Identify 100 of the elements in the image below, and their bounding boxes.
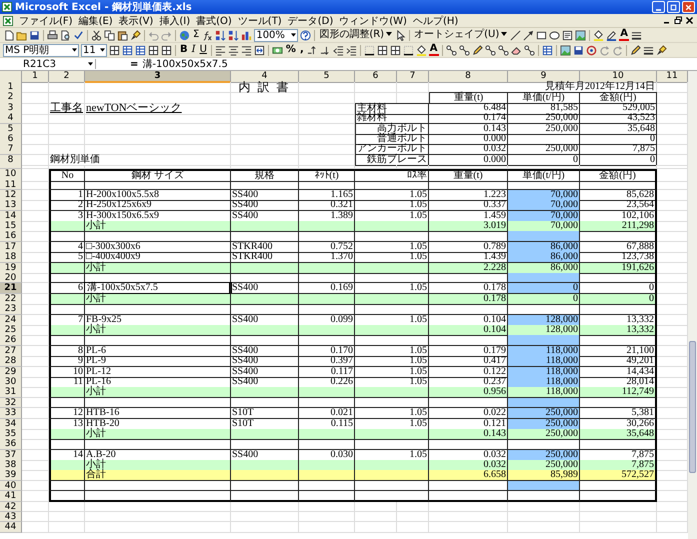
menu-item[interactable]: データ(D) [288,14,334,28]
column-header[interactable]: 6 [355,71,397,83]
equals-label: = [130,58,138,70]
table-cell: 70,000 [508,190,580,201]
row-header[interactable]: 8 [0,154,22,166]
row-header[interactable]: 24 [0,314,22,326]
table-cell: 0.000 [429,134,508,145]
font-color-button[interactable]: A [428,44,438,56]
table-cell: 0.752 [299,242,355,253]
column-header[interactable]: 3 [85,71,231,83]
row-header[interactable]: 14 [0,210,22,222]
column-header[interactable]: 7 [397,71,429,83]
underline-button[interactable]: U [198,44,208,56]
row-header[interactable]: 4 [0,113,22,124]
table-cell: 0.104 [429,324,508,336]
row-header[interactable]: 34 [0,418,22,430]
table-cell: 250,000 [508,124,580,135]
table-cell: 3.019 [429,221,508,232]
menu-item[interactable]: ヘルプ(H) [412,14,458,28]
menu-item[interactable]: 表示(V) [118,14,154,28]
table-cell: 128,000 [508,324,580,336]
table-cell: 0.032 [429,144,508,156]
row-header[interactable]: 41 [0,491,22,502]
table-cell: 191,626 [580,262,657,274]
comma-button[interactable]: , [298,44,305,56]
row-header[interactable]: 36 [0,439,22,450]
row-header[interactable]: 12 [0,190,22,201]
table-cell: 雑材料 [355,113,429,124]
row-header[interactable]: 31 [0,387,22,398]
row-header[interactable]: 37 [0,450,22,461]
row-header[interactable]: 32 [0,398,22,408]
row-header[interactable]: 30 [0,376,22,388]
row-header[interactable]: 20 [0,273,22,284]
table-cell: 250,000 [508,428,580,440]
zoom-field[interactable]: 100% [254,28,298,42]
row-header[interactable]: 43 [0,512,22,522]
row-header[interactable]: 5 [0,124,22,135]
row-header[interactable]: 2 [0,92,22,104]
table-cell: 67,888 [580,242,657,253]
row-header[interactable]: 35 [0,428,22,440]
table-cell: 0 [580,154,657,166]
font-color-button[interactable]: A [619,29,629,41]
menu-item[interactable]: 書式(O) [196,14,232,28]
table-cell: 13,332 [580,324,657,336]
column-header[interactable]: 5 [299,71,355,83]
table-cell: 1 [49,190,85,201]
menu-item[interactable]: 挿入(I) [159,14,190,28]
row-header[interactable]: 29 [0,366,22,378]
row-header[interactable]: 7 [0,144,22,156]
row-header[interactable]: 27 [0,346,22,357]
table-cell: 35,648 [580,124,657,135]
font-name-field[interactable]: MS P明朝 [3,44,79,56]
row-header[interactable]: 18 [0,252,22,264]
row-header[interactable]: 33 [0,408,22,420]
row-header[interactable]: 28 [0,356,22,368]
row-header[interactable]: 11 [0,180,22,190]
row-header[interactable]: 40 [0,480,22,492]
row-header[interactable]: 21 [0,283,22,294]
row-header[interactable]: 23 [0,304,22,315]
table-cell: PL-6 [85,346,231,357]
table-cell: 529,005 [580,102,657,115]
column-header[interactable]: 8 [429,71,508,83]
column-header[interactable]: 1 [22,71,49,83]
font-size-field[interactable]: 11 [81,44,107,56]
formula-field[interactable]: 溝-100x50x5x7.5 [142,57,694,71]
row-header[interactable]: 39 [0,470,22,482]
menu-item[interactable]: ウィンドウ(W) [339,14,407,28]
percent-button[interactable]: % [284,44,297,56]
table-cell: SS400 [231,190,299,201]
table-cell: 250,000 [508,113,580,124]
table-cell: 49,201 [580,356,657,368]
autosum-button[interactable]: Σ [192,29,200,41]
menu-item[interactable]: ツール(T) [238,14,282,28]
row-header[interactable]: 26 [0,335,22,346]
draw-menu-button[interactable]: 図形の調整(R) [318,29,394,41]
row-header[interactable]: 17 [0,242,22,253]
row-header[interactable]: 16 [0,231,22,242]
row-header[interactable]: 1 [0,82,22,93]
italic-button[interactable]: I [190,44,197,56]
column-header[interactable]: 11 [657,71,688,83]
bold-button[interactable]: B [179,44,189,56]
menu-item[interactable]: ファイル(F) [19,14,73,28]
row-header[interactable]: 38 [0,460,22,472]
row-header[interactable]: 13 [0,200,22,212]
row-header[interactable]: 44 [0,522,22,533]
autoshape-menu-button[interactable]: オートシェイプ(U) [413,29,508,41]
table-cell: 118,000 [508,366,580,378]
row-header[interactable]: 15 [0,221,22,232]
row-header[interactable]: 6 [0,134,22,145]
row-header[interactable]: 22 [0,294,22,305]
row-header[interactable]: 19 [0,262,22,274]
menu-item[interactable]: 編集(E) [78,14,113,28]
table-cell: 118,000 [508,376,580,388]
table-cell: 0.143 [429,124,508,135]
table-cell: 0.956 [429,387,508,398]
row-header[interactable]: 25 [0,324,22,336]
table-cell: 8 [49,346,85,357]
row-header[interactable]: 42 [0,502,22,512]
column-header[interactable]: 2 [49,71,85,83]
table-cell: 0 [508,283,580,294]
